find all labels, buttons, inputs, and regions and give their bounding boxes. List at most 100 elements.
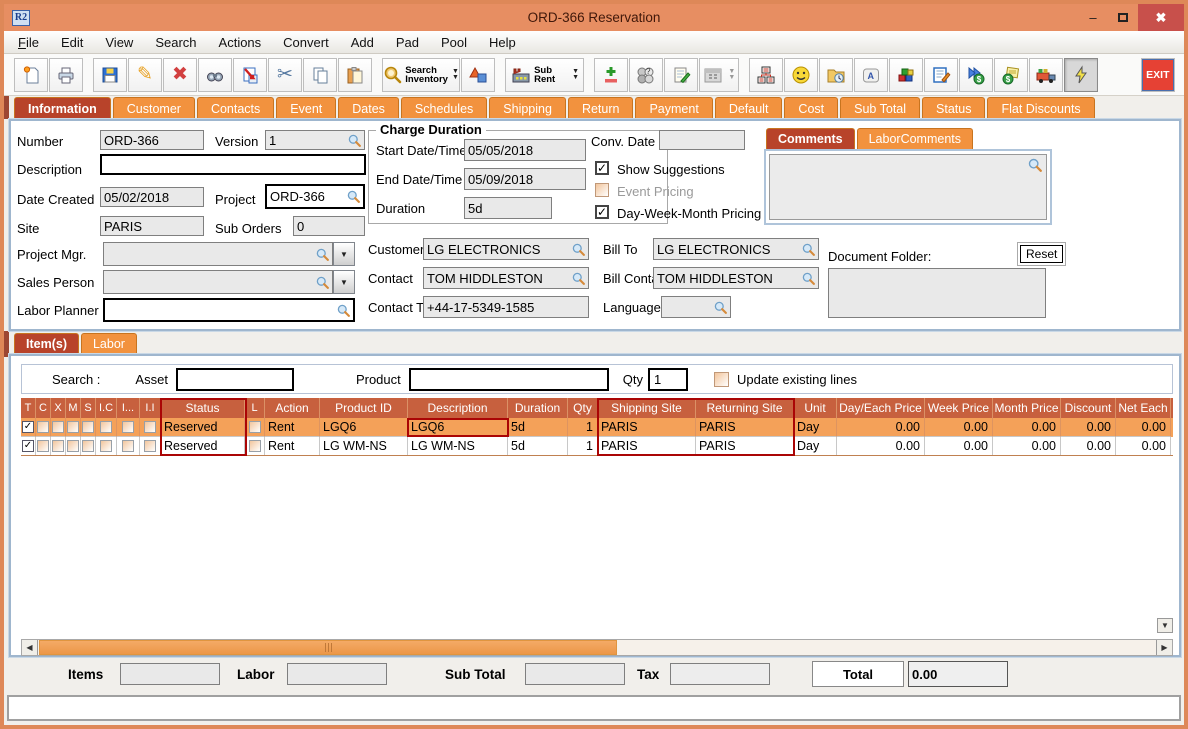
menu-file[interactable]: File: [18, 35, 39, 50]
col-shipping-site[interactable]: Shipping Site: [598, 398, 696, 418]
cell-duration[interactable]: 5d: [508, 437, 568, 455]
col-m[interactable]: M: [66, 398, 81, 418]
col-t[interactable]: T: [21, 398, 36, 418]
asset-input[interactable]: [175, 367, 294, 391]
checkbox-unchecked[interactable]: [100, 440, 112, 452]
checkbox-unchecked[interactable]: [82, 440, 94, 452]
contact-field[interactable]: TOM HIDDLESTON: [423, 267, 589, 289]
table-row[interactable]: ✓ Reserved Rent LGQ6 LGQ6 5d 1 PARIS PAR…: [21, 418, 1173, 437]
search-icon[interactable]: [1028, 158, 1042, 172]
exit-button[interactable]: EXIT: [1140, 57, 1175, 92]
org-chart-button[interactable]: [748, 57, 783, 92]
tab-flat-discounts[interactable]: Flat Discounts: [987, 97, 1095, 119]
dropdown-arrows-icon[interactable]: ▼ ▼: [572, 68, 579, 81]
checkbox-unchecked[interactable]: [122, 440, 134, 452]
project-field[interactable]: ORD-366: [265, 184, 365, 209]
checkbox-unchecked[interactable]: [248, 421, 261, 433]
project-mgr-dropdown[interactable]: ▼: [333, 242, 355, 266]
checkbox-unchecked[interactable]: [67, 440, 79, 452]
checkbox-unchecked[interactable]: [52, 421, 64, 433]
menu-edit[interactable]: Edit: [61, 35, 83, 50]
paste-button[interactable]: [338, 57, 372, 92]
search-icon[interactable]: [348, 134, 361, 147]
tab-contacts[interactable]: Contacts: [196, 97, 275, 119]
dropdown-arrows-icon[interactable]: ▼ ▼: [452, 68, 459, 81]
tab-labor-comments[interactable]: LaborComments: [856, 128, 973, 149]
bill-contact-field[interactable]: TOM HIDDLESTON: [653, 267, 819, 289]
new-document-button[interactable]: [14, 57, 48, 92]
tab-payment[interactable]: Payment: [635, 97, 713, 119]
col-s[interactable]: S: [81, 398, 96, 418]
search-icon[interactable]: [572, 243, 585, 256]
checkbox-unchecked[interactable]: [100, 421, 112, 433]
day-week-month-checkbox[interactable]: ✓: [595, 205, 609, 219]
horizontal-scrollbar[interactable]: ◀ ▶: [21, 639, 1173, 656]
kit-cubes-button[interactable]: [888, 57, 923, 92]
reset-button[interactable]: Reset: [1020, 245, 1064, 263]
search-inventory-button[interactable]: Search Inventory ▼ ▼: [382, 57, 461, 92]
cell-action[interactable]: Rent: [265, 437, 320, 455]
col-net-each[interactable]: Net Each: [1116, 398, 1171, 418]
keyboard-key-button[interactable]: A: [853, 57, 888, 92]
shipping-truck-button[interactable]: [1028, 57, 1063, 92]
project-mgr-field[interactable]: [103, 242, 333, 266]
checkbox-unchecked[interactable]: [67, 421, 79, 433]
menu-convert[interactable]: Convert: [283, 35, 329, 50]
cut-button[interactable]: ✂: [268, 57, 302, 92]
menu-pad[interactable]: Pad: [396, 35, 419, 50]
cell-qty[interactable]: 1: [568, 418, 598, 437]
col-week-price[interactable]: Week Price: [925, 398, 993, 418]
maximize-button[interactable]: [1108, 4, 1138, 31]
cell-product-id[interactable]: LGQ6: [320, 418, 408, 437]
contact-tel-field[interactable]: +44-17-5349-1585: [423, 296, 589, 318]
copy-button[interactable]: [303, 57, 337, 92]
sub-rent-button[interactable]: Sub Rent ▼ ▼: [505, 57, 584, 92]
minimize-button[interactable]: –: [1078, 4, 1108, 31]
tab-return[interactable]: Return: [567, 97, 634, 119]
cell-day-each-price[interactable]: 0.00: [837, 437, 925, 455]
checkbox-checked[interactable]: ✓: [22, 421, 34, 433]
col-duration[interactable]: Duration: [508, 398, 568, 418]
find-button[interactable]: [198, 57, 232, 92]
scroll-down-button[interactable]: ▼: [1157, 618, 1173, 633]
cell-returning-site[interactable]: PARIS: [696, 437, 794, 455]
product-input[interactable]: [408, 367, 609, 391]
tab-schedules[interactable]: Schedules: [400, 97, 488, 119]
checkbox-unchecked[interactable]: [248, 440, 261, 452]
add-remove-button[interactable]: [594, 57, 628, 92]
cell-week-price[interactable]: 0.00: [925, 437, 993, 455]
cell-returning-site[interactable]: PARIS: [696, 418, 794, 437]
tab-shipping[interactable]: Shipping: [489, 97, 566, 119]
cell-product-id[interactable]: LG WM-NS: [320, 437, 408, 455]
search-icon[interactable]: [572, 272, 585, 285]
group-help-button[interactable]: ?: [629, 57, 663, 92]
col-ic[interactable]: I.C: [96, 398, 117, 418]
menu-view[interactable]: View: [105, 35, 133, 50]
search-icon[interactable]: [802, 243, 815, 256]
export-document-button[interactable]: [233, 57, 267, 92]
cell-discount[interactable]: 0.00: [1061, 418, 1116, 437]
folder-time-button[interactable]: [818, 57, 853, 92]
price-forward-button[interactable]: $: [958, 57, 993, 92]
tab-cost[interactable]: Cost: [784, 97, 839, 119]
delete-button[interactable]: ✖: [163, 57, 197, 92]
menu-pool[interactable]: Pool: [441, 35, 467, 50]
cell-net-each[interactable]: 0.00: [1116, 437, 1171, 455]
tab-event[interactable]: Event: [276, 97, 337, 119]
cell-qty[interactable]: 1: [568, 437, 598, 455]
checkbox-unchecked[interactable]: [52, 440, 64, 452]
labor-total-field[interactable]: [287, 663, 387, 685]
shapes-button[interactable]: [461, 57, 496, 92]
customer-field[interactable]: LG ELECTRONICS: [423, 238, 589, 260]
cell-shipping-site[interactable]: PARIS: [598, 437, 696, 455]
description-field[interactable]: [100, 154, 366, 175]
tab-default[interactable]: Default: [714, 97, 783, 119]
col-discount[interactable]: Discount: [1061, 398, 1116, 418]
tax-field[interactable]: [670, 663, 770, 685]
tab-customer[interactable]: Customer: [112, 97, 195, 119]
col-idots[interactable]: I...: [117, 398, 140, 418]
conv-date-field[interactable]: [659, 130, 745, 150]
cell-unit[interactable]: Day: [794, 418, 837, 437]
cell-duration[interactable]: 5d: [508, 418, 568, 437]
search-icon[interactable]: [347, 190, 360, 203]
